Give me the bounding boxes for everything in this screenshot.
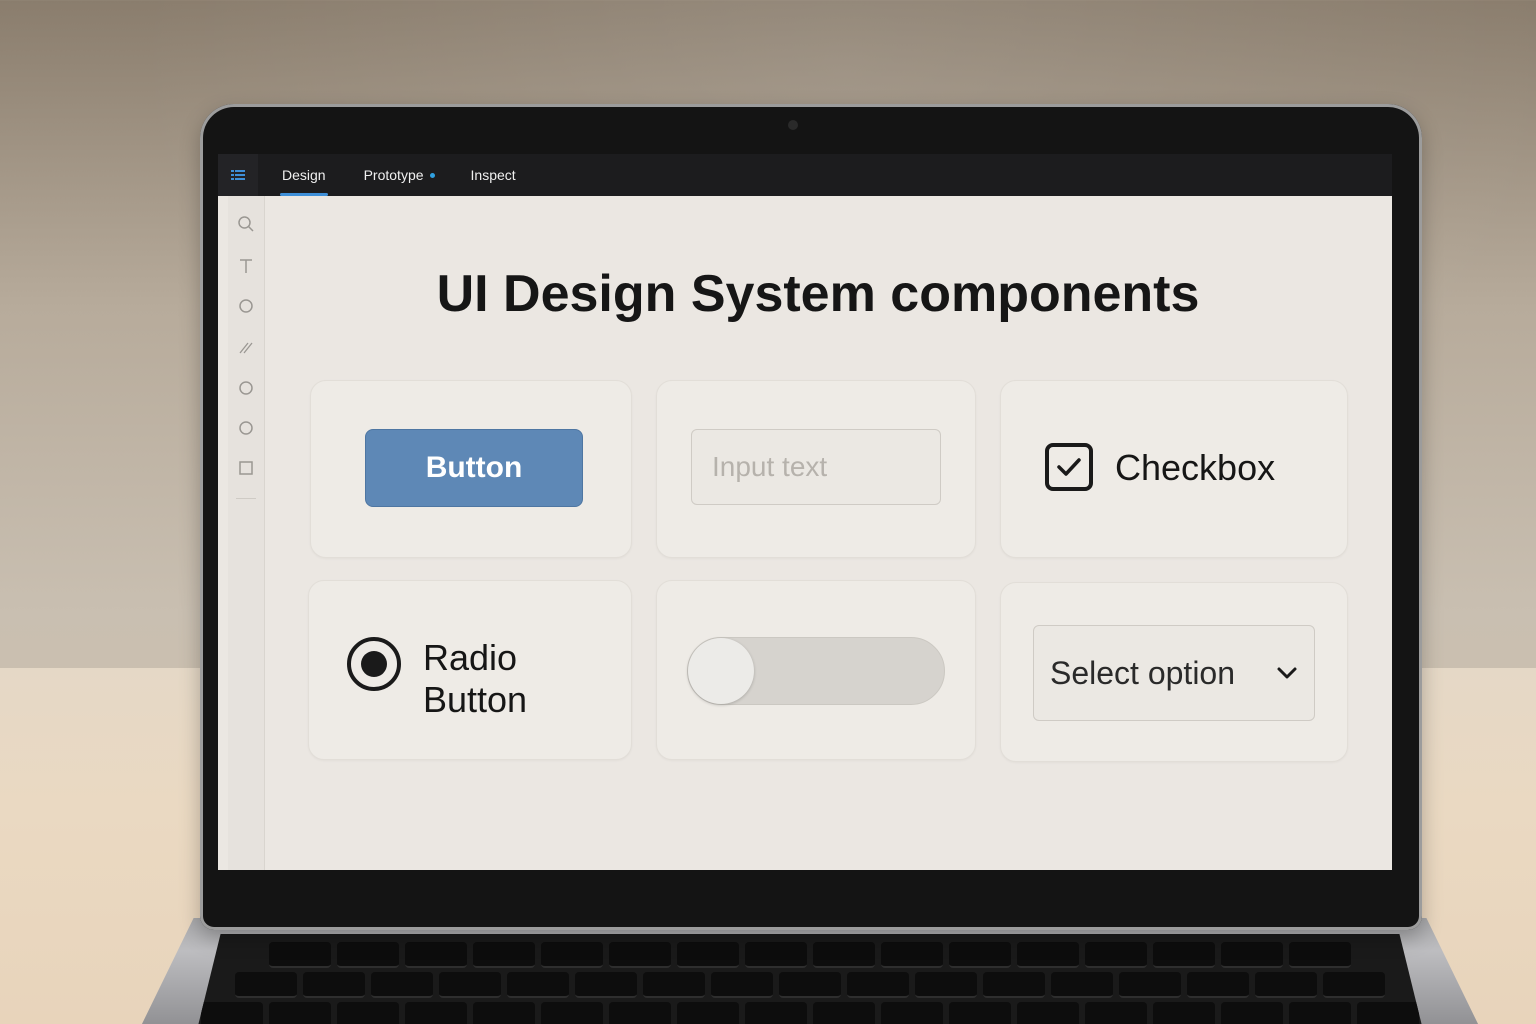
laptop-keyboard [196, 934, 1424, 1024]
toggle-switch[interactable] [687, 637, 945, 705]
checkbox-component-card: Checkbox [1000, 380, 1348, 558]
radio-label: Radio Button [423, 637, 527, 721]
radio-label-line-2: Button [423, 679, 528, 720]
page-title: UI Design System components [436, 265, 1200, 323]
tab-inspect-label: Inspect [470, 167, 516, 183]
line-icon[interactable] [228, 333, 264, 361]
input-component-card: Input text [656, 380, 976, 558]
toggle-knob [688, 638, 754, 704]
select-component-card: Select option [1000, 582, 1348, 762]
laptop-screen: Design Prototype Inspect UI Design Syste… [218, 154, 1392, 870]
checkmark-icon [1057, 458, 1081, 476]
button-component-card: Button [310, 380, 632, 558]
primary-button[interactable]: Button [365, 429, 583, 507]
checkbox-label: Checkbox [1115, 447, 1276, 488]
radio-button[interactable] [347, 637, 401, 691]
tab-design-label: Design [282, 167, 326, 183]
top-bar: Design Prototype Inspect [218, 154, 1392, 196]
webcam [788, 120, 798, 130]
select-value: Select option [1050, 654, 1236, 691]
radio-label-line-1: Radio [423, 637, 518, 678]
left-toolbar [228, 196, 265, 870]
checkbox[interactable] [1045, 443, 1093, 491]
list-icon[interactable] [218, 154, 258, 196]
toggle-component-card [656, 580, 976, 760]
ellipse-icon[interactable] [228, 374, 264, 402]
toolbar-divider [236, 498, 256, 499]
tab-prototype-label: Prototype [363, 167, 424, 183]
ellipse-icon[interactable] [228, 414, 264, 442]
text-input[interactable]: Input text [691, 429, 941, 505]
radio-selected-dot [361, 651, 387, 677]
prototype-indicator-dot [429, 172, 435, 178]
tab-prototype[interactable]: Prototype [346, 154, 453, 196]
select-dropdown[interactable]: Select option [1033, 625, 1315, 721]
rectangle-icon[interactable] [228, 454, 264, 482]
chevron-down-icon [1277, 667, 1297, 679]
text-icon[interactable] [228, 252, 264, 280]
tab-design[interactable]: Design [264, 154, 344, 196]
search-icon[interactable] [228, 210, 264, 238]
ellipse-icon[interactable] [228, 292, 264, 320]
tab-inspect[interactable]: Inspect [453, 154, 534, 196]
radio-component-card: Radio Button [308, 580, 632, 760]
